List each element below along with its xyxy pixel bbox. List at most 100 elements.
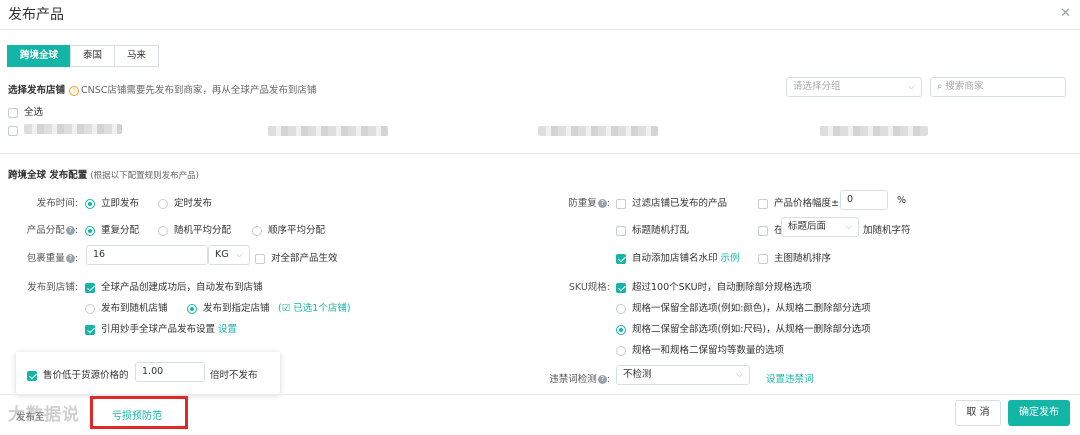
reference-settings-checkbox[interactable] [85, 324, 95, 335]
cancel-button[interactable]: 取 消 [955, 400, 1001, 426]
edit-icon: ☑ [281, 303, 291, 314]
weight-unit-select[interactable]: KG ⌵ [208, 245, 250, 265]
select-all-option[interactable]: 全选 [8, 104, 43, 118]
highlight-box [90, 396, 188, 429]
publish-now-option[interactable]: 立即发布 [85, 195, 139, 209]
publish-now-label: 立即发布 [101, 198, 140, 209]
sku-equal-option[interactable]: 规格一和规格二保留均等数量的选项 [616, 342, 784, 356]
random-chars-checkbox[interactable] [758, 225, 768, 236]
sku-auto-delete-label: 超过100个SKU时，自动删除部分规格选项 [632, 282, 812, 293]
help-icon: ? [65, 254, 75, 263]
allocation-sequential-option[interactable]: 顺序平均分配 [252, 222, 325, 236]
price-range-label: 产品价格幅度± [774, 198, 839, 209]
select-all-checkbox[interactable] [8, 107, 18, 118]
group-select-placeholder: 请选择分组 [793, 81, 841, 92]
to-store-label: 发布到店铺: [27, 282, 78, 293]
sku-keep-spec2-radio[interactable] [616, 324, 626, 335]
watermark-checkbox[interactable] [616, 253, 626, 264]
store-option[interactable] [8, 125, 24, 136]
random-main-image-option[interactable]: 主图随机排序 [758, 250, 831, 264]
sku-auto-delete-checkbox[interactable] [616, 282, 626, 293]
sku-keep-spec1-radio[interactable] [616, 303, 626, 314]
search-icon: ⌕ [937, 81, 943, 92]
auto-publish-option[interactable]: 全球产品创建成功后，自动发布到店铺 [85, 279, 263, 293]
random-store-option[interactable]: 发布到随机店铺 [85, 300, 168, 314]
store-name-blurred [820, 126, 928, 136]
random-chars-option[interactable]: 在 [758, 222, 784, 236]
auto-publish-checkbox[interactable] [85, 282, 95, 293]
filter-published-checkbox[interactable] [616, 198, 626, 209]
specified-store-option[interactable]: 发布到指定店铺 [187, 300, 270, 314]
sku-keep-spec1-label: 规格一保留全部选项(例如:颜色)，从规格二删除部分选项 [632, 303, 871, 314]
allocation-repeat-option[interactable]: 重复分配 [85, 222, 139, 236]
watermark-option[interactable]: 自动添加店铺名水印 示例 [616, 250, 740, 264]
close-icon[interactable]: ✕ [1060, 6, 1071, 21]
tab-thailand[interactable]: 泰国 [70, 45, 116, 67]
select-all-label: 全选 [24, 107, 44, 118]
title-shuffle-label: 标题随机打乱 [632, 225, 690, 236]
config-subtitle: (根据以下配置规则发布产品) [90, 171, 199, 181]
chevron-down-icon: ⌵ [908, 82, 915, 92]
publish-scheduled-label: 定时发布 [174, 198, 213, 209]
price-range-option[interactable]: 产品价格幅度± [758, 195, 839, 209]
banned-words-label: 违禁词检测?: [549, 374, 610, 385]
banned-words-settings-link[interactable]: 设置违禁词 [766, 371, 814, 385]
price-range-input[interactable]: 0 [840, 190, 888, 210]
allocation-label: 产品分配?: [26, 225, 78, 236]
dialog-title: 发布产品 [8, 7, 64, 23]
help-icon: ? [597, 199, 607, 208]
header-divider [0, 29, 1080, 30]
config-header: 跨境全球 发布配置 (根据以下配置规则发布产品) [8, 167, 199, 181]
reference-settings-option[interactable]: 引用妙手全球产品发布设置 设置 [85, 321, 237, 335]
title-shuffle-option[interactable]: 标题随机打乱 [616, 222, 689, 236]
random-main-image-checkbox[interactable] [758, 253, 768, 264]
search-merchant-input[interactable]: ⌕ 搜索商家 [930, 77, 1066, 97]
title-position-select[interactable]: 标题后面 ⌵ [781, 217, 859, 237]
price-range-checkbox[interactable] [758, 198, 768, 209]
weight-input[interactable]: 16 [86, 245, 208, 265]
random-store-radio[interactable] [85, 303, 95, 314]
allocation-random-radio[interactable] [158, 225, 168, 236]
store-hint: CNSC店铺需要先发布到商家，再从全球产品发布到店铺 [81, 85, 317, 96]
confirm-publish-button[interactable]: 确定发布 [1008, 400, 1070, 426]
filter-published-option[interactable]: 过滤店铺已发布的产品 [616, 195, 727, 209]
specified-store-radio[interactable] [187, 303, 197, 314]
weight-apply-all-checkbox[interactable] [255, 253, 265, 264]
sku-keep-spec1-option[interactable]: 规格一保留全部选项(例如:颜色)，从规格二删除部分选项 [616, 300, 871, 314]
sku-auto-delete-option[interactable]: 超过100个SKU时，自动删除部分规格选项 [616, 279, 812, 293]
watermark-label: 自动添加店铺名水印 [632, 253, 718, 264]
weight-apply-all-option[interactable]: 对全部产品生效 [255, 250, 338, 264]
watermark-example-link[interactable]: 示例 [721, 253, 740, 264]
random-store-label: 发布到随机店铺 [101, 303, 168, 314]
specified-store-label: 发布到指定店铺 [203, 303, 270, 314]
chevron-down-icon: ⌵ [236, 250, 243, 260]
sku-keep-spec2-option[interactable]: 规格二保留全部选项(例如:尺码)，从规格一删除部分选项 [616, 321, 871, 335]
loss-prevention-option[interactable]: 售价低于货源价格的 [27, 367, 129, 381]
allocation-sequential-label: 顺序平均分配 [268, 225, 326, 236]
weight-unit-value: KG [215, 249, 229, 260]
store-checkbox[interactable] [8, 125, 18, 136]
loss-prevention-popover: 售价低于货源价格的 1.00 倍时不发布 [16, 352, 280, 394]
filter-published-label: 过滤店铺已发布的产品 [632, 198, 728, 209]
tab-malaysia[interactable]: 马来 [114, 45, 160, 67]
section-divider [0, 153, 1080, 154]
group-select[interactable]: 请选择分组 ⌵ [786, 77, 922, 97]
allocation-random-option[interactable]: 随机平均分配 [158, 222, 231, 236]
banned-words-select[interactable]: 不检测 ⌵ [616, 365, 750, 385]
tab-global[interactable]: 跨境全球 [7, 45, 72, 67]
chevron-down-icon: ⌵ [845, 222, 852, 232]
title-shuffle-checkbox[interactable] [616, 225, 626, 236]
publish-now-radio[interactable] [85, 198, 95, 209]
publish-scheduled-radio[interactable] [158, 198, 168, 209]
sku-label: SKU规格: [568, 282, 610, 293]
reference-settings-link[interactable]: 设置 [218, 324, 237, 335]
allocation-sequential-radio[interactable] [252, 225, 262, 236]
price-multiplier-input[interactable]: 1.00 [135, 362, 205, 382]
sku-equal-radio[interactable] [616, 345, 626, 356]
region-tabs: 跨境全球 泰国 马来 [7, 45, 160, 67]
weight-label: 包裹重量?: [26, 253, 78, 264]
loss-prevention-checkbox[interactable] [27, 370, 37, 381]
selected-stores-link[interactable]: (☑ 已选1个店铺) [278, 300, 351, 314]
publish-scheduled-option[interactable]: 定时发布 [158, 195, 212, 209]
allocation-repeat-radio[interactable] [85, 225, 95, 236]
